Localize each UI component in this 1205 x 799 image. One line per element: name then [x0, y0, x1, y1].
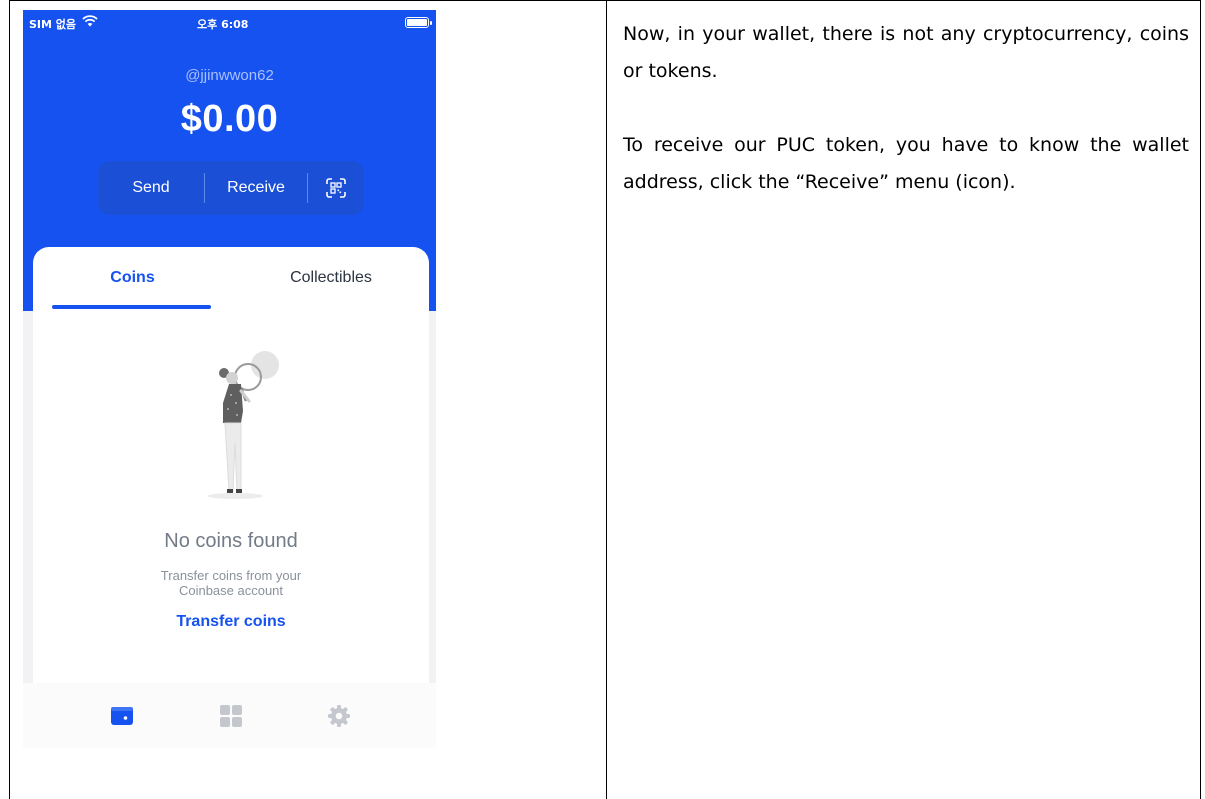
nav-settings[interactable] [325, 702, 353, 730]
wallet-icon [111, 707, 133, 725]
empty-state-title: No coins found [164, 530, 298, 552]
person-with-magnifier-illustration [207, 351, 279, 499]
tab-collectibles[interactable]: Collectibles [233, 269, 429, 287]
empty-state-subtitle: Transfer coins from your Coinbase accoun… [33, 568, 429, 598]
send-button[interactable]: Send [98, 161, 204, 215]
transfer-coins-link[interactable]: Transfer coins [33, 613, 429, 631]
status-bar: SIM 없음 오후 6:08 [23, 10, 436, 38]
table-border-right [1200, 0, 1201, 799]
wallet-balance: $0.00 [180, 98, 279, 140]
empty-state-subtitle-line: Transfer coins from your [160, 568, 302, 583]
clock-label: 오후 6:08 [197, 18, 249, 31]
assets-card: Coins Collectibles No coins found Transf… [33, 247, 429, 748]
table-border-left [9, 0, 10, 799]
nav-wallet[interactable] [108, 702, 136, 730]
wallet-app-screenshot: SIM 없음 오후 6:08 @jjinwwon62 $0.00 Send Re… [23, 10, 436, 748]
settings-gear-icon [328, 705, 350, 727]
apps-grid-icon [220, 705, 242, 727]
empty-state-subtitle-line: Coinbase account [178, 583, 284, 598]
wallet-action-bar: Send Receive [98, 161, 364, 215]
wallet-username: @jjinwwon62 [185, 67, 274, 84]
wifi-icon [82, 15, 98, 27]
active-tab-indicator [52, 305, 211, 309]
bottom-navigation [23, 683, 436, 748]
nav-apps[interactable] [217, 702, 245, 730]
carrier-label: SIM 없음 [29, 18, 77, 31]
qr-scan-icon [326, 178, 346, 198]
table-border-top [9, 0, 1201, 1]
table-border-middle [606, 0, 607, 799]
instruction-text: Now, in your wallet, there is not any cr… [623, 16, 1189, 201]
qr-scan-button[interactable] [308, 161, 364, 215]
instruction-paragraph: Now, in your wallet, there is not any cr… [623, 23, 1189, 82]
battery-icon [405, 17, 432, 28]
receive-button[interactable]: Receive [205, 161, 307, 215]
instruction-paragraph: To receive our PUC token, you have to kn… [623, 134, 1189, 193]
tab-coins[interactable]: Coins [54, 269, 211, 287]
